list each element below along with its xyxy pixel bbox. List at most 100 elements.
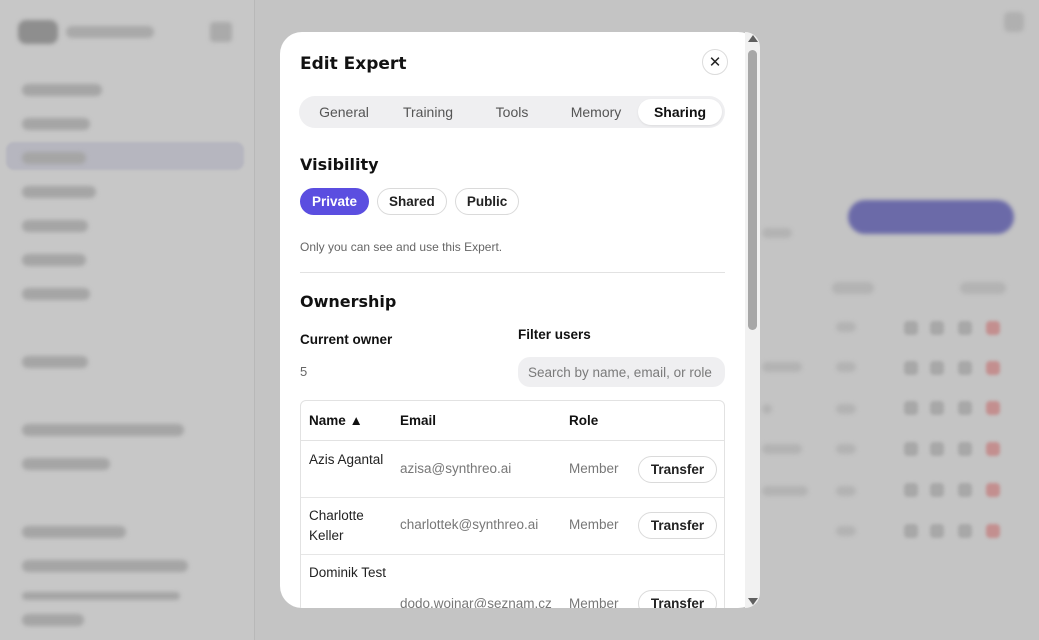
background-action-icon xyxy=(930,321,944,335)
background-delete-icon xyxy=(986,483,1000,497)
modal-content: Edit Expert ✕ General Training Tools Mem… xyxy=(280,32,745,608)
background-action-icon xyxy=(930,401,944,415)
sidebar-item xyxy=(22,152,86,164)
visibility-public-button[interactable]: Public xyxy=(454,188,520,215)
background-action-icon xyxy=(930,524,944,538)
transfer-button[interactable]: Transfer xyxy=(638,512,717,539)
sidebar-item xyxy=(22,118,90,130)
background-delete-icon xyxy=(986,401,1000,415)
sidebar-item xyxy=(22,220,88,232)
background-cell xyxy=(762,444,802,454)
sidebar-item xyxy=(22,560,188,572)
background-cell xyxy=(836,526,856,536)
visibility-private-button[interactable]: Private xyxy=(300,188,370,215)
close-icon: ✕ xyxy=(708,53,722,71)
app-logo-text xyxy=(66,26,154,38)
background-column-header xyxy=(960,282,1006,294)
user-role: Member xyxy=(569,517,619,532)
background-delete-icon xyxy=(986,524,1000,538)
table-row: Charlotte Keller charlottek@synthreo.ai … xyxy=(301,498,724,555)
background-topright-icon xyxy=(1004,12,1024,32)
tab-bar: General Training Tools Memory Sharing xyxy=(299,96,725,128)
background-action-icon xyxy=(958,483,972,497)
background-action-icon xyxy=(930,442,944,456)
tab-general[interactable]: General xyxy=(302,99,386,125)
tab-sharing[interactable]: Sharing xyxy=(638,99,722,125)
app-logo xyxy=(18,20,58,44)
sidebar-item xyxy=(22,186,96,198)
background-action-icon xyxy=(930,483,944,497)
scroll-up-arrow-icon[interactable] xyxy=(748,35,758,42)
background-cell xyxy=(836,444,856,454)
sidebar-item xyxy=(22,614,84,626)
tab-memory[interactable]: Memory xyxy=(554,99,638,125)
background-cell xyxy=(762,404,772,414)
table-row: Dominik Test dodo.wojnar@seznam.cz Membe… xyxy=(301,555,724,608)
background-action-icon xyxy=(904,361,918,375)
background-action-icon xyxy=(958,524,972,538)
visibility-title: Visibility xyxy=(300,155,379,174)
transfer-button[interactable]: Transfer xyxy=(638,590,717,608)
sidebar-item xyxy=(22,254,86,266)
sidebar-item xyxy=(22,84,102,96)
background-cell xyxy=(836,486,856,496)
background-action-icon xyxy=(904,483,918,497)
background-action-icon xyxy=(904,524,918,538)
background-cell xyxy=(836,362,856,372)
background-cell xyxy=(836,322,856,332)
background-action-icon xyxy=(958,321,972,335)
user-email: charlottek@synthreo.ai xyxy=(400,517,539,532)
user-name: Dominik Test xyxy=(309,565,387,580)
current-owner-value: 5 xyxy=(300,364,308,379)
column-header-email[interactable]: Email xyxy=(400,413,436,428)
filter-users-input[interactable] xyxy=(518,357,725,387)
visibility-description: Only you can see and use this Expert. xyxy=(300,240,503,254)
background-sidebar xyxy=(0,0,255,640)
user-role: Member xyxy=(569,461,619,476)
table-header: Name ▲ Email Role xyxy=(301,401,724,441)
user-name: Azis Agantal xyxy=(309,452,384,467)
background-column-header xyxy=(832,282,874,294)
visibility-options: Private Shared Public xyxy=(300,188,520,215)
sidebar-item xyxy=(22,288,90,300)
background-action-icon xyxy=(958,401,972,415)
user-email: azisa@synthreo.ai xyxy=(400,461,512,476)
user-role: Member xyxy=(569,596,619,608)
ownership-title: Ownership xyxy=(300,292,397,311)
background-delete-icon xyxy=(986,361,1000,375)
background-cell xyxy=(762,486,808,496)
background-action-icon xyxy=(930,361,944,375)
scrollbar-thumb[interactable] xyxy=(748,50,757,330)
user-email: dodo.wojnar@seznam.cz xyxy=(400,596,552,608)
filter-users-label: Filter users xyxy=(518,327,591,342)
background-action-icon xyxy=(904,321,918,335)
table-row: Azis Agantal azisa@synthreo.ai Member Tr… xyxy=(301,441,724,498)
sidebar-collapse-icon xyxy=(210,22,232,42)
sidebar-item xyxy=(22,592,180,600)
current-owner-label: Current owner xyxy=(300,332,393,347)
background-action-icon xyxy=(958,361,972,375)
scroll-down-arrow-icon[interactable] xyxy=(748,598,758,605)
transfer-button[interactable]: Transfer xyxy=(638,456,717,483)
background-primary-button xyxy=(848,200,1014,234)
background-action-icon xyxy=(958,442,972,456)
column-header-role[interactable]: Role xyxy=(569,413,598,428)
column-header-name[interactable]: Name ▲ xyxy=(309,413,363,428)
background-action-icon xyxy=(904,442,918,456)
background-cell xyxy=(836,404,856,414)
tab-tools[interactable]: Tools xyxy=(470,99,554,125)
visibility-shared-button[interactable]: Shared xyxy=(377,188,447,215)
modal-scrollbar[interactable] xyxy=(745,32,760,608)
tab-training[interactable]: Training xyxy=(386,99,470,125)
sidebar-item xyxy=(22,526,126,538)
modal-title: Edit Expert xyxy=(300,54,407,74)
close-button[interactable]: ✕ xyxy=(702,49,728,75)
sidebar-item xyxy=(22,458,110,470)
section-divider xyxy=(300,272,725,273)
background-block xyxy=(762,228,792,238)
background-delete-icon xyxy=(986,442,1000,456)
background-delete-icon xyxy=(986,321,1000,335)
background-cell xyxy=(762,362,802,372)
sidebar-item xyxy=(22,356,88,368)
background-action-icon xyxy=(904,401,918,415)
